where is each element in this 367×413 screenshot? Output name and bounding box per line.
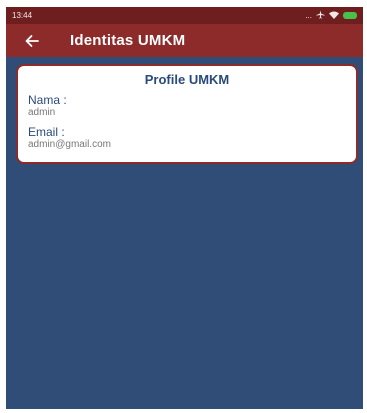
name-value: admin xyxy=(28,107,56,118)
status-dots: ... xyxy=(305,11,312,20)
phone-screen: 13:44 ... Identitas UMKM Profile UMKM Na… xyxy=(6,7,363,409)
battery-icon xyxy=(343,12,357,19)
app-bar: Identitas UMKM xyxy=(6,24,363,57)
email-value: admin@gmail.com xyxy=(28,139,111,150)
airplane-icon xyxy=(316,10,325,21)
email-label: Email : xyxy=(28,125,65,139)
profile-card-title: Profile UMKM xyxy=(144,72,230,87)
profile-card: Profile UMKM Nama : admin Email : admin@… xyxy=(16,64,358,164)
back-arrow-icon[interactable] xyxy=(20,29,44,53)
status-bar: 13:44 ... xyxy=(6,7,363,24)
status-time: 13:44 xyxy=(12,11,33,20)
status-icons: ... xyxy=(305,10,357,21)
wifi-icon xyxy=(329,11,339,21)
page-title: Identitas UMKM xyxy=(70,32,186,49)
name-label: Nama : xyxy=(28,93,67,107)
